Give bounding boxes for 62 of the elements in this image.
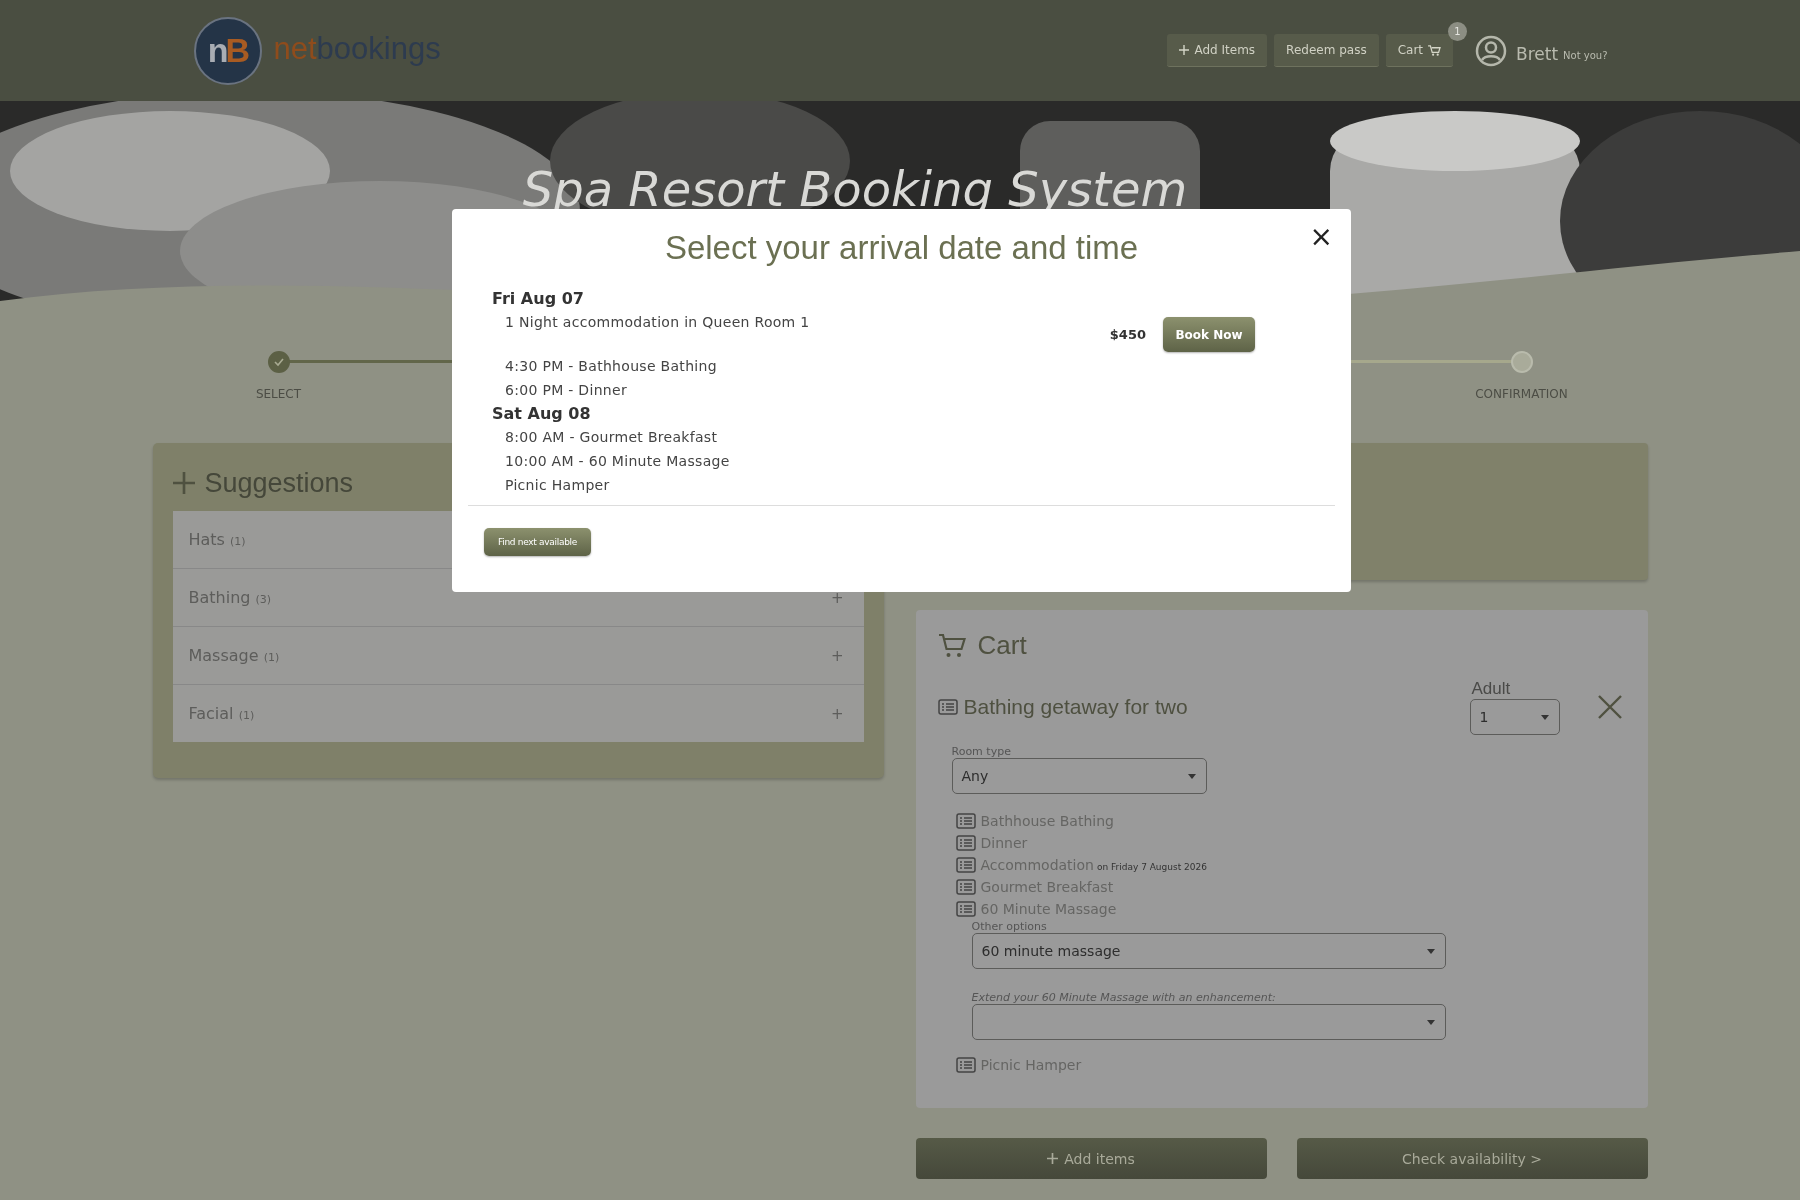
enhancement-select[interactable] [971, 1004, 1446, 1040]
logo-badge[interactable]: nB [193, 16, 262, 85]
user-icon[interactable] [1475, 34, 1508, 67]
caret-icon [1187, 773, 1196, 779]
massage-option-select[interactable]: 60 minute massage [971, 933, 1446, 969]
itinerary-line: 10:00 AM - 60 Minute Massage [504, 452, 731, 471]
cart-icon [937, 632, 966, 659]
itinerary-line: 4:30 PM - Bathhouse Bathing [504, 357, 718, 376]
cart-count-badge: 1 [1448, 22, 1468, 41]
list-icon [937, 699, 958, 715]
plus-icon [1179, 45, 1190, 55]
list-icon [955, 1057, 976, 1073]
expand-toggle[interactable]: + [830, 646, 844, 665]
step-label: CONFIRMATION [1475, 387, 1568, 401]
itinerary-line: Picnic Hamper [504, 476, 611, 495]
list-icon [955, 901, 976, 917]
list-icon [955, 879, 976, 895]
find-next-available-button[interactable]: Find next available [484, 528, 591, 556]
price: $450 [1109, 327, 1146, 342]
add-items-button[interactable]: Add items [915, 1138, 1267, 1179]
expand-toggle[interactable]: + [830, 704, 844, 723]
suggestions-title: Suggestions [204, 467, 354, 499]
book-now-button[interactable]: Book Now [1163, 317, 1255, 352]
redeem-pass-button[interactable]: Redeem pass [1274, 34, 1379, 67]
category-name: Massage (1) [188, 646, 280, 665]
adult-quantity-select[interactable]: 1 [1469, 699, 1560, 735]
room-type-label: Room type [951, 745, 1012, 758]
remove-icon[interactable] [1597, 695, 1622, 719]
close-button[interactable]: × [1309, 223, 1333, 251]
check-availability-button[interactable]: Check availability > [1296, 1138, 1648, 1179]
caret-icon [1426, 1019, 1435, 1025]
day-heading: Fri Aug 07 [492, 288, 585, 310]
category-name: Facial (1) [188, 704, 255, 723]
add-items-button[interactable]: Add Items [1167, 34, 1268, 67]
adult-label: Adult [1471, 679, 1512, 699]
category-row[interactable]: Facial (1) + [172, 684, 864, 742]
itinerary-line: 8:00 AM - Gourmet Breakfast [504, 428, 719, 447]
other-options-label: Other options [971, 920, 1048, 933]
expand-toggle[interactable]: + [830, 588, 844, 607]
itinerary-line: 1 Night accommodation in Queen Room 1 [504, 313, 811, 332]
user-name: Brett [1516, 43, 1559, 64]
cart-title: Cart [977, 630, 1027, 661]
dialog-title: Select your arrival date and time [664, 229, 1139, 267]
caret-icon [1426, 948, 1435, 954]
list-icon [955, 813, 976, 829]
not-you-link[interactable]: Not you? [1563, 50, 1608, 61]
cart-icon [1428, 44, 1442, 56]
plus-icon [1047, 1153, 1059, 1164]
room-type-select[interactable]: Any [951, 758, 1207, 794]
package-name: Bathing getaway for two [963, 695, 1188, 719]
category-name: Bathing (3) [188, 588, 272, 607]
enhancement-label: Extend your 60 Minute Massage with an enhancement: [971, 991, 1277, 1004]
category-row[interactable]: Massage (1) + [172, 626, 864, 684]
day-heading: Sat Aug 08 [492, 403, 592, 425]
list-icon [955, 835, 976, 851]
list-icon [955, 857, 976, 873]
caret-icon [1540, 714, 1549, 720]
plus-icon [172, 472, 195, 494]
step-label: SELECT [255, 387, 302, 401]
hero-title: Spa Resort Booking System [521, 161, 1189, 217]
itinerary-line: 6:00 PM - Dinner [504, 381, 628, 400]
cart-button[interactable]: Cart [1385, 34, 1454, 67]
